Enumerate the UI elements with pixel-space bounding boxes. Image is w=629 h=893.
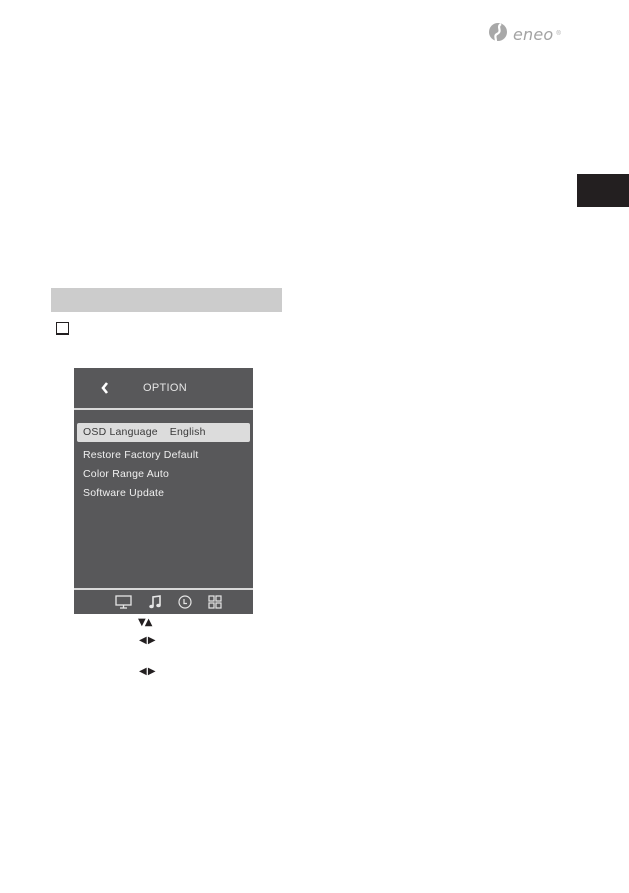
note-checkbox-icon — [56, 322, 69, 335]
osd-option-menu: OPTION OSD Language English Restore Facto… — [74, 368, 253, 614]
osd-title: OPTION — [143, 382, 187, 394]
grid-icon[interactable] — [208, 595, 222, 609]
section-heading-bar — [51, 288, 282, 312]
left-right-arrows-icon: ◀ ▶ — [139, 635, 156, 646]
registered-mark: ® — [556, 31, 561, 37]
eneo-logo: eneo ® — [488, 20, 561, 48]
monitor-icon[interactable] — [115, 595, 132, 609]
osd-item-label: Restore Factory Default — [83, 449, 199, 461]
left-right-arrows-icon: ◀ ▶ — [139, 666, 156, 677]
osd-item-label: Color Range Auto — [83, 468, 170, 480]
up-down-arrows-icon: ▼▲ — [138, 617, 152, 628]
osd-item-restore-factory-default[interactable]: Restore Factory Default — [83, 449, 198, 461]
osd-item-color-range[interactable]: Color Range Auto — [83, 468, 169, 480]
osd-item-osd-language[interactable]: OSD Language English — [77, 423, 250, 442]
chapter-side-tab — [577, 174, 629, 207]
osd-item-label: OSD Language — [83, 426, 158, 438]
clock-icon[interactable] — [178, 595, 192, 609]
osd-footer-tabs — [74, 590, 253, 614]
chevron-left-icon[interactable] — [100, 381, 110, 395]
osd-header-divider — [74, 408, 253, 410]
osd-item-label: Software Update — [83, 487, 165, 499]
osd-header: OPTION — [74, 368, 253, 408]
osd-item-software-update[interactable]: Software Update — [83, 487, 164, 499]
eneo-globe-icon — [489, 23, 507, 46]
osd-item-value: English — [169, 426, 206, 438]
music-note-icon[interactable] — [148, 595, 162, 609]
brand-name: eneo — [513, 24, 554, 44]
